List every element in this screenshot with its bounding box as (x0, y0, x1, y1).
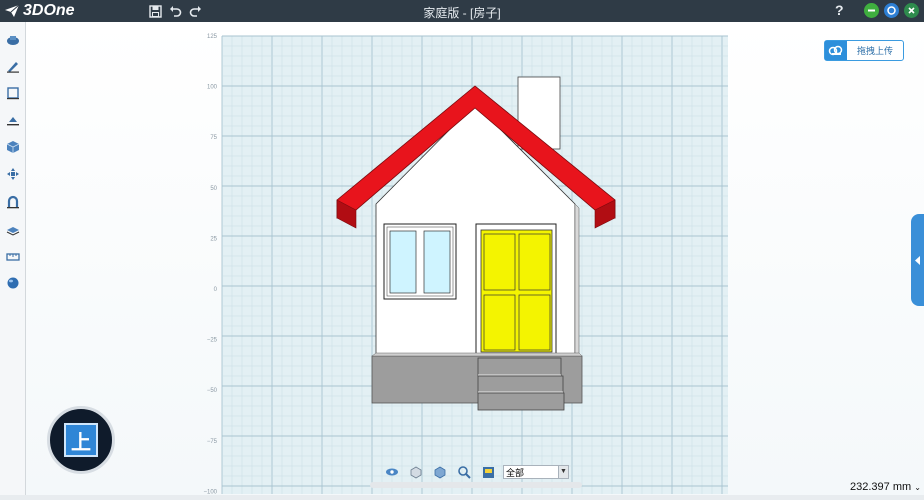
chevron-down-icon[interactable]: ▼ (558, 466, 568, 478)
sidebar-item-distance[interactable] (4, 220, 21, 237)
view-eye-icon (386, 468, 398, 476)
upload-label: 拖拽上传 (856, 46, 893, 56)
sidebar-item-material[interactable] (4, 274, 21, 291)
sketch-edit-icon (6, 86, 19, 99)
view-eye-button[interactable] (383, 463, 401, 481)
measurement-value: 232.397 mm (850, 481, 912, 493)
measure-icon (5, 252, 20, 261)
sidebar-item-basic-shapes[interactable] (4, 31, 21, 48)
sketch-pencil-icon (6, 61, 19, 73)
window-pane-left (389, 230, 417, 294)
measurement-readout: 232.397 mm ⌄ (850, 481, 921, 493)
command-sidebar (0, 22, 26, 500)
sidebar-item-sketch[interactable] (4, 57, 21, 74)
basic-edit-icon (6, 167, 19, 180)
sidebar-item-sketch-edit[interactable] (4, 84, 21, 101)
feature-cube-icon (6, 140, 19, 153)
close-icon (908, 7, 915, 14)
side-panel-toggle[interactable] (911, 214, 924, 306)
sidebar-item-feature[interactable] (4, 138, 21, 155)
sidebar-item-special[interactable] (4, 111, 21, 128)
cloud-upload-icon (825, 41, 847, 60)
render-mode-button[interactable] (431, 463, 449, 481)
3d-viewport[interactable]: 125 100 75 50 25 0 −25 −50 −75 −100 拖拽上传… (26, 22, 924, 500)
minimize-icon (868, 9, 875, 12)
view-orient-icon (410, 466, 422, 479)
title-bar: 3DOne 家庭版 - [房子] ? (0, 0, 924, 22)
step-top (477, 357, 562, 377)
window-title: 家庭版 - [房子] (423, 6, 501, 20)
window-pane-right (423, 230, 451, 294)
house-model[interactable] (26, 22, 924, 500)
measurement-dropdown-icon[interactable]: ⌄ (914, 483, 921, 492)
zoom-button[interactable] (455, 463, 473, 481)
sidebar-item-combine[interactable] (4, 193, 21, 210)
filter-select[interactable]: 全部 ▼ (503, 465, 569, 479)
color-button[interactable] (479, 463, 497, 481)
settings-icon (887, 6, 896, 15)
sidebar-item-basic-edit[interactable] (4, 165, 21, 182)
filter-select-value: 全部 (506, 468, 525, 478)
horizontal-scrollbar[interactable] (370, 482, 582, 488)
step-middle (477, 375, 564, 394)
minimize-button[interactable] (864, 3, 879, 18)
sidebar-item-measure[interactable] (4, 248, 21, 265)
zoom-icon (458, 466, 471, 479)
special-function-icon (6, 116, 19, 125)
view-cube-face-top[interactable]: 上 (64, 423, 98, 457)
settings-button[interactable] (884, 3, 899, 18)
drag-upload-button[interactable]: 拖拽上传 (824, 40, 904, 61)
chevron-left-icon (915, 255, 920, 265)
step-bottom (477, 392, 565, 411)
help-button[interactable]: ? (835, 2, 844, 18)
view-cube[interactable]: 上 (47, 406, 115, 474)
combine-icon (6, 195, 19, 208)
close-button[interactable] (904, 3, 919, 18)
distance-icon (6, 226, 19, 236)
status-strip (0, 495, 924, 500)
render-mode-icon (434, 466, 446, 479)
color-icon (482, 466, 494, 478)
view-toolbar (383, 462, 503, 482)
view-orient-button[interactable] (407, 463, 425, 481)
material-sphere-icon (7, 277, 18, 288)
basic-shapes-icon (6, 35, 19, 45)
